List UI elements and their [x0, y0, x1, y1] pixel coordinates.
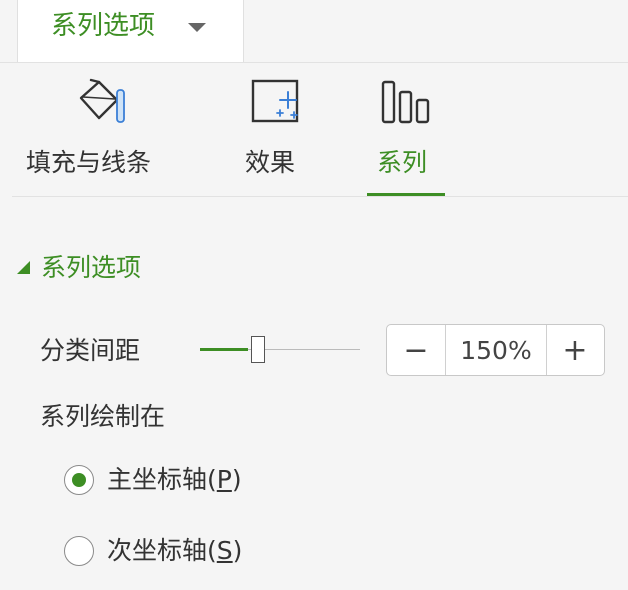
option-mnemonic: S	[216, 536, 233, 565]
option-close: )	[231, 465, 242, 494]
decrease-button[interactable]: −	[387, 325, 445, 375]
radio-selected-dot	[72, 473, 86, 487]
tabs-divider	[12, 196, 628, 197]
tab-effects[interactable]: 效果	[232, 70, 322, 196]
option-text: 主坐标轴(	[107, 465, 217, 494]
effects-icon	[251, 79, 299, 123]
tab-series-label: 系列	[377, 148, 428, 177]
option-mnemonic: P	[216, 465, 232, 494]
slider-fill	[200, 348, 248, 351]
gap-width-slider[interactable]	[200, 335, 360, 365]
section-title: 系列选项	[41, 253, 142, 282]
gap-width-input[interactable]	[446, 325, 546, 375]
collapse-triangle-icon[interactable]	[17, 261, 30, 274]
paint-bucket-icon	[79, 78, 125, 123]
chevron-down-icon[interactable]	[188, 23, 206, 32]
increase-button[interactable]: +	[546, 325, 604, 375]
option-close: )	[232, 536, 243, 565]
series-options-dropdown[interactable]: 系列选项	[17, 0, 244, 62]
gap-width-stepper: − +	[386, 324, 605, 376]
tab-fill-and-line[interactable]: 填充与线条	[22, 70, 182, 196]
series-format-pane: 系列选项 填充与线条 效果 系列 系列选项 分类间距 − 150% + 系列绘制…	[0, 0, 628, 590]
gap-width-label: 分类间距	[40, 336, 141, 365]
slider-thumb[interactable]	[251, 336, 265, 363]
pane-header: 系列选项	[0, 0, 628, 63]
tab-effects-label: 效果	[245, 148, 296, 177]
pane-title: 系列选项	[51, 11, 156, 41]
tab-series[interactable]: 系列	[367, 70, 445, 196]
plot-series-on-label: 系列绘制在	[40, 402, 166, 431]
radio-primary-axis-label: 主坐标轴(P)	[107, 464, 242, 496]
tab-fill-and-line-label: 填充与线条	[26, 148, 152, 177]
radio-button[interactable]	[64, 536, 94, 566]
option-text: 次坐标轴(	[107, 536, 217, 565]
radio-button[interactable]	[64, 465, 94, 495]
radio-secondary-axis-label: 次坐标轴(S)	[107, 535, 242, 567]
series-bars-icon	[381, 80, 430, 124]
